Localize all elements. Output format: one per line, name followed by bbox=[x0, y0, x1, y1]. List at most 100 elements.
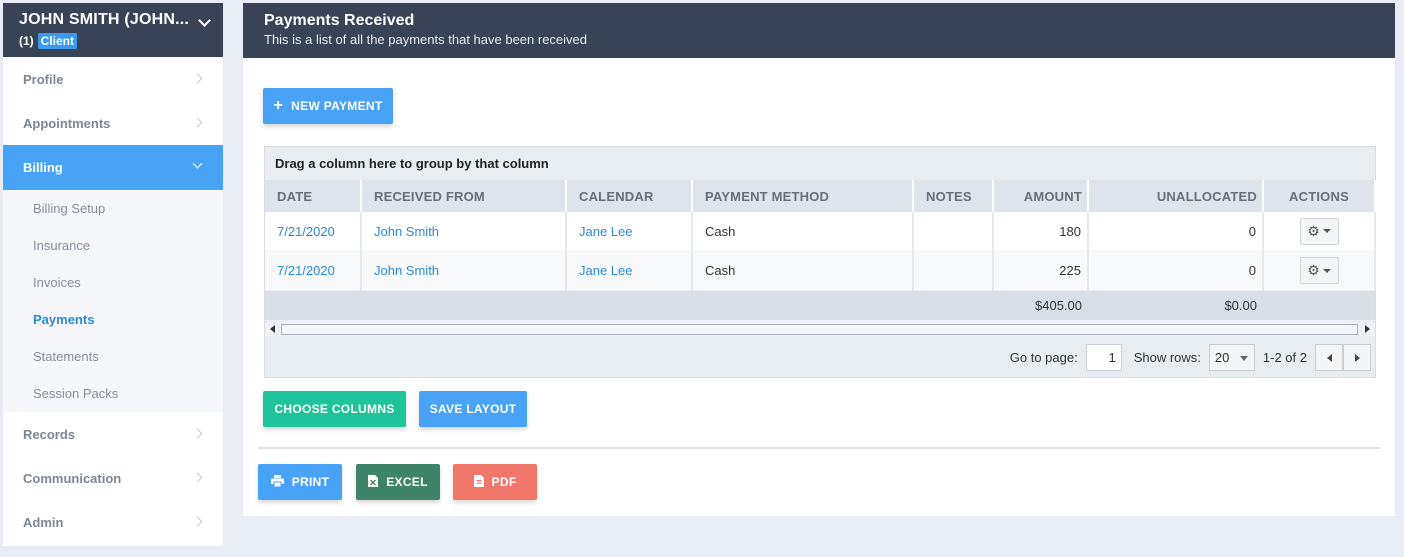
sidebar-item-communication[interactable]: Communication bbox=[3, 456, 223, 500]
caret-down-icon bbox=[1322, 229, 1331, 234]
print-button[interactable]: PRINT bbox=[258, 464, 342, 500]
subnav-item-invoices[interactable]: Invoices bbox=[3, 264, 223, 301]
chevron-right-icon bbox=[192, 516, 203, 527]
billing-subnav: Billing Setup Insurance Invoices Payment… bbox=[3, 190, 223, 412]
column-header-date[interactable]: DATE bbox=[265, 180, 362, 212]
subnav-item-payments[interactable]: Payments bbox=[3, 301, 223, 338]
subnav-item-session-packs[interactable]: Session Packs bbox=[3, 375, 223, 412]
cell-notes bbox=[913, 251, 994, 291]
save-layout-button[interactable]: SAVE LAYOUT bbox=[419, 391, 527, 427]
column-header-payment-method[interactable]: PAYMENT METHOD bbox=[692, 180, 914, 212]
show-rows-select[interactable]: 20 bbox=[1208, 344, 1255, 371]
goto-page-input[interactable]: 1 bbox=[1085, 344, 1122, 371]
cell-payment-method: Cash bbox=[692, 251, 914, 291]
subnav-item-billing-setup[interactable]: Billing Setup bbox=[3, 190, 223, 227]
printer-icon bbox=[270, 474, 284, 490]
column-header-calendar[interactable]: CALENDAR bbox=[566, 180, 693, 212]
table-row[interactable]: 7/21/2020 John Smith Jane Lee Cash 225 0… bbox=[265, 251, 1376, 291]
cell-actions: ⚙ bbox=[1263, 251, 1376, 291]
scroll-right-icon[interactable] bbox=[1365, 325, 1370, 333]
chevron-down-icon bbox=[192, 158, 203, 169]
caret-down-icon bbox=[1239, 356, 1248, 361]
gear-icon: ⚙ bbox=[1307, 262, 1320, 278]
sidebar-item-records[interactable]: Records bbox=[3, 412, 223, 456]
pager-nav bbox=[1315, 344, 1371, 371]
cell-payment-method: Cash bbox=[692, 212, 914, 252]
table-row[interactable]: 7/21/2020 John Smith Jane Lee Cash 180 0… bbox=[265, 212, 1376, 252]
column-header-notes[interactable]: NOTES bbox=[913, 180, 994, 212]
payments-table: DATE RECEIVED FROM CALENDAR PAYMENT METH… bbox=[265, 180, 1376, 321]
divider bbox=[258, 447, 1380, 449]
row-actions-button[interactable]: ⚙ bbox=[1299, 217, 1339, 245]
next-page-button[interactable] bbox=[1343, 344, 1371, 371]
subnav-item-statements[interactable]: Statements bbox=[3, 338, 223, 375]
client-count: (1) bbox=[19, 34, 34, 48]
column-header-unallocated[interactable]: UNALLOCATED bbox=[1088, 180, 1264, 212]
cell-unallocated: 0 bbox=[1088, 251, 1264, 291]
horizontal-scrollbar[interactable] bbox=[265, 322, 1375, 336]
cell-amount: 180 bbox=[993, 212, 1089, 252]
chevron-right-icon bbox=[192, 73, 203, 84]
sidebar-item-label: Profile bbox=[23, 71, 64, 87]
print-label: PRINT bbox=[291, 475, 330, 489]
scroll-left-icon[interactable] bbox=[270, 325, 275, 333]
column-header-received-from[interactable]: RECEIVED FROM bbox=[361, 180, 567, 212]
sidebar-item-label: Billing bbox=[23, 160, 63, 175]
sidebar: JOHN SMITH (JOHN... (1) Client Profile A… bbox=[3, 3, 223, 546]
subnav-item-insurance[interactable]: Insurance bbox=[3, 227, 223, 264]
pager: Go to page: 1 Show rows: 20 1-2 of 2 bbox=[265, 338, 1375, 377]
choose-columns-button[interactable]: CHOOSE COLUMNS bbox=[263, 391, 406, 427]
prev-page-button[interactable] bbox=[1315, 344, 1343, 371]
new-payment-label: NEW PAYMENT bbox=[291, 99, 383, 113]
client-header[interactable]: JOHN SMITH (JOHN... (1) Client bbox=[3, 3, 223, 57]
row-actions-button[interactable]: ⚙ bbox=[1299, 257, 1339, 284]
client-name: JOHN SMITH (JOHN... bbox=[19, 11, 190, 28]
sidebar-item-profile[interactable]: Profile bbox=[3, 57, 223, 101]
cell-date-link[interactable]: 7/21/2020 bbox=[265, 212, 362, 252]
sidebar-item-appointments[interactable]: Appointments bbox=[3, 101, 223, 145]
total-amount: $405.00 bbox=[993, 290, 1088, 321]
cell-calendar-link[interactable]: Jane Lee bbox=[566, 212, 693, 252]
totals-row: $405.00 $0.00 bbox=[265, 290, 1375, 321]
save-layout-label: SAVE LAYOUT bbox=[429, 402, 517, 416]
caret-down-icon bbox=[1322, 268, 1331, 273]
main-panel: Payments Received This is a list of all … bbox=[243, 3, 1395, 516]
cell-actions: ⚙ bbox=[1263, 212, 1376, 252]
cell-date-link[interactable]: 7/21/2020 bbox=[265, 251, 362, 291]
cell-unallocated: 0 bbox=[1088, 212, 1264, 252]
chevron-right-icon bbox=[192, 428, 203, 439]
column-header-amount[interactable]: AMOUNT bbox=[993, 180, 1089, 212]
plus-icon: + bbox=[273, 97, 284, 114]
new-payment-button[interactable]: + NEW PAYMENT bbox=[263, 88, 393, 124]
client-badge: Client bbox=[37, 33, 78, 49]
goto-page-label: Go to page: bbox=[1009, 350, 1078, 365]
cell-notes bbox=[913, 212, 994, 252]
sidebar-item-label: Communication bbox=[23, 470, 122, 486]
cell-calendar-link[interactable]: Jane Lee bbox=[566, 251, 693, 291]
client-subtitle: (1) Client bbox=[19, 33, 209, 49]
group-by-drop-zone[interactable]: Drag a column here to group by that colu… bbox=[265, 147, 1375, 180]
cell-received-from-link[interactable]: John Smith bbox=[361, 212, 567, 252]
excel-export-button[interactable]: EXCEL bbox=[356, 464, 440, 500]
page-range: 1-2 of 2 bbox=[1262, 350, 1307, 365]
column-header-actions: ACTIONS bbox=[1263, 180, 1376, 212]
cell-amount: 225 bbox=[993, 251, 1089, 291]
gear-icon: ⚙ bbox=[1307, 222, 1320, 239]
chevron-down-icon[interactable] bbox=[198, 14, 211, 27]
cell-received-from-link[interactable]: John Smith bbox=[361, 251, 567, 291]
pdf-export-button[interactable]: PDF bbox=[453, 464, 537, 500]
scrollbar-thumb[interactable] bbox=[281, 324, 1358, 335]
chevron-right-icon bbox=[192, 117, 203, 128]
show-rows-label: Show rows: bbox=[1133, 350, 1201, 365]
sidebar-item-label: Appointments bbox=[23, 115, 111, 131]
sidebar-item-admin[interactable]: Admin bbox=[3, 500, 223, 544]
sidebar-item-billing[interactable]: Billing bbox=[3, 145, 223, 190]
pdf-file-icon bbox=[473, 474, 484, 490]
page-title: Payments Received bbox=[264, 12, 415, 29]
sidebar-item-label: Admin bbox=[23, 514, 64, 530]
payments-grid: Drag a column here to group by that colu… bbox=[264, 146, 1376, 378]
show-rows-value: 20 bbox=[1214, 350, 1230, 365]
pdf-label: PDF bbox=[491, 475, 517, 489]
excel-file-icon bbox=[368, 474, 379, 490]
page-header: Payments Received This is a list of all … bbox=[243, 3, 1395, 58]
